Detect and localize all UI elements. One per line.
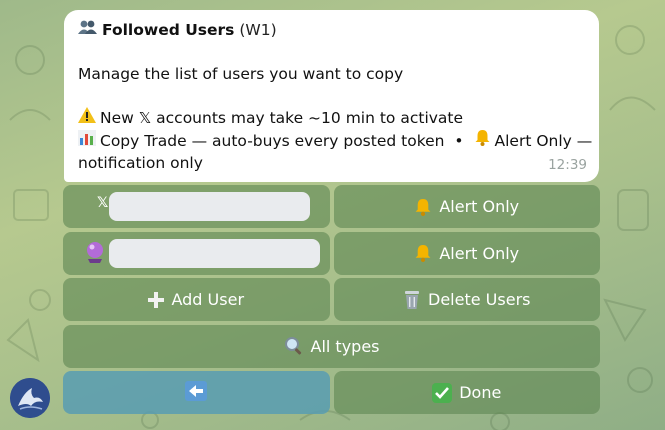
message-title-line: Followed Users (W1) xyxy=(78,19,585,41)
legend-line: Copy Trade — auto-buys every posted toke… xyxy=(78,129,592,152)
left-arrow-icon xyxy=(185,380,208,405)
bell-icon xyxy=(414,198,432,216)
magnifying-glass-icon xyxy=(284,336,304,356)
user2-mode-button[interactable]: Alert Only xyxy=(333,231,600,275)
delete-users-button[interactable]: Delete Users xyxy=(333,278,600,321)
keyboard-row-user2: Alert Only xyxy=(63,231,600,275)
bell-icon xyxy=(474,129,491,152)
user1-mode-label: Alert Only xyxy=(439,197,520,216)
bot-message: Followed Users (W1) Manage the list of u… xyxy=(64,10,599,182)
bar-chart-icon xyxy=(78,130,96,152)
message-time: 12:39 xyxy=(548,157,587,173)
done-button[interactable]: Done xyxy=(333,371,600,414)
legend-copy-trade: Copy Trade — auto-buys every posted toke… xyxy=(100,132,445,150)
user2-button[interactable] xyxy=(63,231,330,275)
user2-name-redacted xyxy=(109,238,320,268)
bot-avatar[interactable] xyxy=(10,378,50,418)
add-user-label: Add User xyxy=(171,290,245,309)
warning-icon xyxy=(78,107,96,129)
keyboard-row-filter: All types xyxy=(63,324,600,368)
user1-mode-button[interactable]: Alert Only xyxy=(333,185,600,228)
wallet-label: (W1) xyxy=(239,21,277,39)
add-user-button[interactable]: Add User xyxy=(63,278,330,321)
keyboard-row-manage: Add User Delete Users xyxy=(63,278,600,321)
delete-users-label: Delete Users xyxy=(428,290,531,309)
user1-name-redacted xyxy=(109,192,310,221)
all-types-label: All types xyxy=(310,336,380,356)
user2-mode-label: Alert Only xyxy=(439,243,520,263)
legend-alert-only: Alert Only — xyxy=(494,132,593,150)
legend-alert-desc: notification only xyxy=(78,154,203,172)
done-label: Done xyxy=(459,383,502,402)
x-logo-icon: 𝕏 xyxy=(97,195,109,211)
wastebasket-icon xyxy=(403,290,421,310)
busts-in-silhouette-icon xyxy=(78,19,98,41)
warning-line: New 𝕏 accounts may take ~10 min to activ… xyxy=(78,107,585,129)
inline-keyboard: 𝕏 Alert Only Alert Only Add User Delete … xyxy=(63,185,600,418)
warning-text: New 𝕏 accounts may take ~10 min to activ… xyxy=(100,109,464,127)
keyboard-row-user1: 𝕏 Alert Only xyxy=(63,185,600,228)
legend-bullet: • xyxy=(454,132,464,150)
message-title: Followed Users xyxy=(102,21,235,39)
message-subtitle: Manage the list of users you want to cop… xyxy=(78,65,404,83)
back-button[interactable] xyxy=(63,371,330,414)
check-mark-icon xyxy=(432,382,453,403)
plus-icon xyxy=(148,291,165,308)
all-types-button[interactable]: All types xyxy=(63,324,600,368)
user1-button[interactable]: 𝕏 xyxy=(63,185,330,228)
bell-icon xyxy=(414,244,432,262)
keyboard-row-nav: Done xyxy=(63,371,600,414)
crystal-ball-icon xyxy=(85,241,105,267)
